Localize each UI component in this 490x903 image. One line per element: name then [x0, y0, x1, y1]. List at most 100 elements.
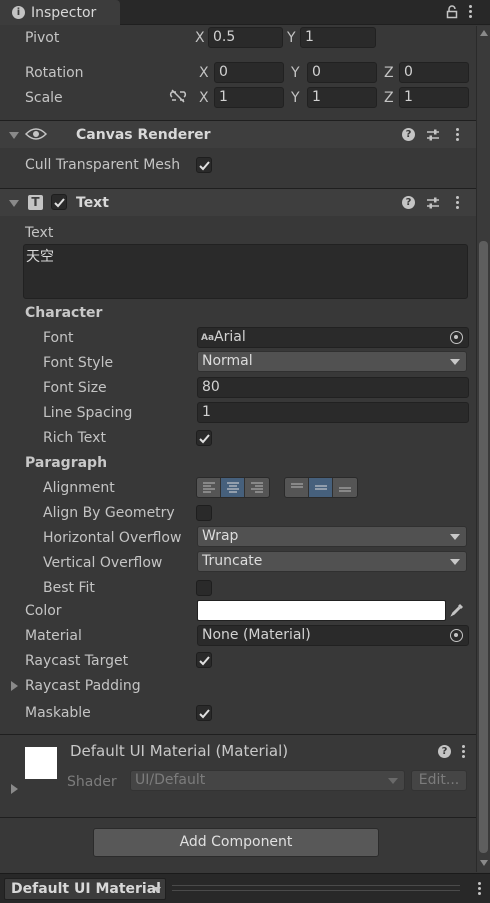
align-top-button[interactable] [285, 478, 309, 497]
scroll-down-icon[interactable] [480, 860, 488, 866]
scrollbar-thumb[interactable] [479, 241, 488, 853]
horizontal-overflow-dropdown[interactable]: Wrap [197, 526, 467, 547]
preview-resize-handle[interactable] [172, 885, 460, 891]
material-separator [0, 734, 476, 735]
presets-icon[interactable] [426, 196, 440, 214]
scroll-up-icon[interactable] [480, 30, 488, 36]
material-preview-title: Default UI Material (Material) [70, 742, 289, 760]
fold-arrow-icon[interactable] [9, 132, 19, 139]
horizontal-overflow-label: Horizontal Overflow [43, 530, 182, 546]
font-size-label: Font Size [43, 380, 107, 396]
maskable-checkbox[interactable] [196, 705, 212, 721]
scale-x-field[interactable]: 1 [214, 87, 284, 108]
vertical-overflow-label: Vertical Overflow [43, 555, 163, 571]
vertical-overflow-dropdown[interactable]: Truncate [197, 551, 467, 572]
material-menu-icon[interactable] [462, 745, 466, 760]
align-left-button[interactable] [197, 478, 221, 497]
raycast-padding-fold-icon[interactable] [11, 681, 18, 691]
help-icon[interactable]: ? [402, 128, 415, 141]
material-field[interactable]: None (Material) [197, 625, 469, 646]
scale-z-axis: Z [384, 90, 394, 106]
add-component-label: Add Component [179, 834, 293, 850]
raycast-padding-label[interactable]: Raycast Padding [25, 677, 141, 695]
rich-text-checkbox[interactable] [196, 430, 212, 446]
align-by-geometry-checkbox[interactable] [196, 505, 212, 521]
component-menu-icon[interactable] [456, 128, 460, 143]
tab-label: Inspector [31, 5, 97, 21]
align-by-geometry-label: Align By Geometry [43, 505, 175, 521]
tab-inspector[interactable]: i Inspector [0, 0, 120, 25]
scale-y-axis: Y [291, 90, 300, 106]
preview-dropdown[interactable]: Default UI Material [4, 878, 166, 900]
add-component-button[interactable]: Add Component [93, 828, 379, 857]
text-enabled-checkbox[interactable] [51, 194, 67, 210]
pivot-y-axis: Y [287, 30, 296, 46]
dropdown-arrow-icon [153, 887, 161, 893]
cull-transparent-mesh-label: Cull Transparent Mesh [25, 157, 181, 173]
canvas-renderer-title: Canvas Renderer [76, 127, 211, 143]
eye-icon [24, 127, 48, 145]
canvas-renderer-header[interactable]: Canvas Renderer ? [0, 120, 476, 148]
rotation-z-field[interactable]: 0 [399, 62, 469, 83]
best-fit-checkbox[interactable] [196, 580, 212, 596]
line-spacing-field[interactable]: 1 [197, 402, 469, 423]
text-area[interactable]: 天空 [23, 244, 468, 299]
font-style-dropdown[interactable]: Normal [197, 351, 467, 372]
pivot-label: Pivot [25, 30, 60, 46]
text-field-label: Text [25, 225, 54, 241]
dropdown-arrow-icon [450, 359, 460, 365]
color-swatch[interactable] [197, 600, 446, 621]
tab-menu-icon[interactable] [469, 5, 473, 20]
character-header: Character [25, 305, 103, 321]
maskable-label: Maskable [25, 705, 91, 721]
paragraph-header: Paragraph [25, 455, 108, 471]
pivot-x-field[interactable]: 0.5 [208, 27, 283, 48]
tab-bar: i Inspector [0, 0, 490, 25]
constrain-proportions-icon[interactable] [169, 88, 187, 108]
font-size-field[interactable]: 80 [197, 377, 469, 398]
text-component-title: Text [76, 195, 109, 211]
object-picker-icon[interactable] [450, 629, 463, 642]
vertical-overflow-value: Truncate [202, 553, 263, 569]
vertical-alignment-group [284, 477, 358, 498]
align-center-button[interactable] [221, 478, 245, 497]
dropdown-arrow-icon [450, 534, 460, 540]
raycast-target-checkbox[interactable] [196, 652, 212, 668]
rotation-x-field[interactable]: 0 [214, 62, 284, 83]
shader-edit-label: Edit... [418, 772, 460, 788]
eyedropper-icon[interactable] [450, 602, 465, 621]
preview-menu-icon[interactable] [478, 882, 482, 897]
font-label: Font [43, 330, 74, 346]
dropdown-arrow-icon [388, 778, 398, 784]
preview-footer: Default UI Material [0, 873, 490, 903]
align-bottom-button[interactable] [333, 478, 357, 497]
text-area-value: 天空 [26, 249, 54, 265]
help-icon[interactable]: ? [438, 745, 451, 758]
pivot-y-field[interactable]: 1 [300, 27, 376, 48]
material-label: Material [25, 628, 82, 644]
align-middle-button[interactable] [309, 478, 333, 497]
scale-x-axis: X [199, 90, 209, 106]
presets-icon[interactable] [426, 128, 440, 146]
scale-y-field[interactable]: 1 [307, 87, 377, 108]
font-field[interactable]: AaArial [197, 327, 469, 348]
material-fold-icon[interactable] [11, 784, 18, 794]
text-component-header[interactable]: T Text ? [0, 188, 476, 216]
material-value: None (Material) [202, 627, 311, 643]
component-menu-icon[interactable] [456, 196, 460, 211]
align-right-button[interactable] [245, 478, 269, 497]
horizontal-alignment-group [196, 477, 270, 498]
scrollbar-track[interactable] [476, 26, 490, 872]
rotation-x-axis: X [199, 65, 209, 81]
shader-edit-button[interactable]: Edit... [411, 770, 467, 791]
fold-arrow-icon[interactable] [9, 200, 19, 207]
lock-icon[interactable] [446, 5, 458, 23]
rich-text-label: Rich Text [43, 430, 106, 446]
shader-dropdown[interactable]: UI/Default [130, 770, 405, 791]
add-component-separator [0, 817, 476, 818]
rotation-y-field[interactable]: 0 [307, 62, 377, 83]
cull-transparent-mesh-checkbox[interactable] [196, 157, 212, 173]
object-picker-icon[interactable] [450, 331, 463, 344]
help-icon[interactable]: ? [402, 196, 415, 209]
scale-z-field[interactable]: 1 [399, 87, 469, 108]
